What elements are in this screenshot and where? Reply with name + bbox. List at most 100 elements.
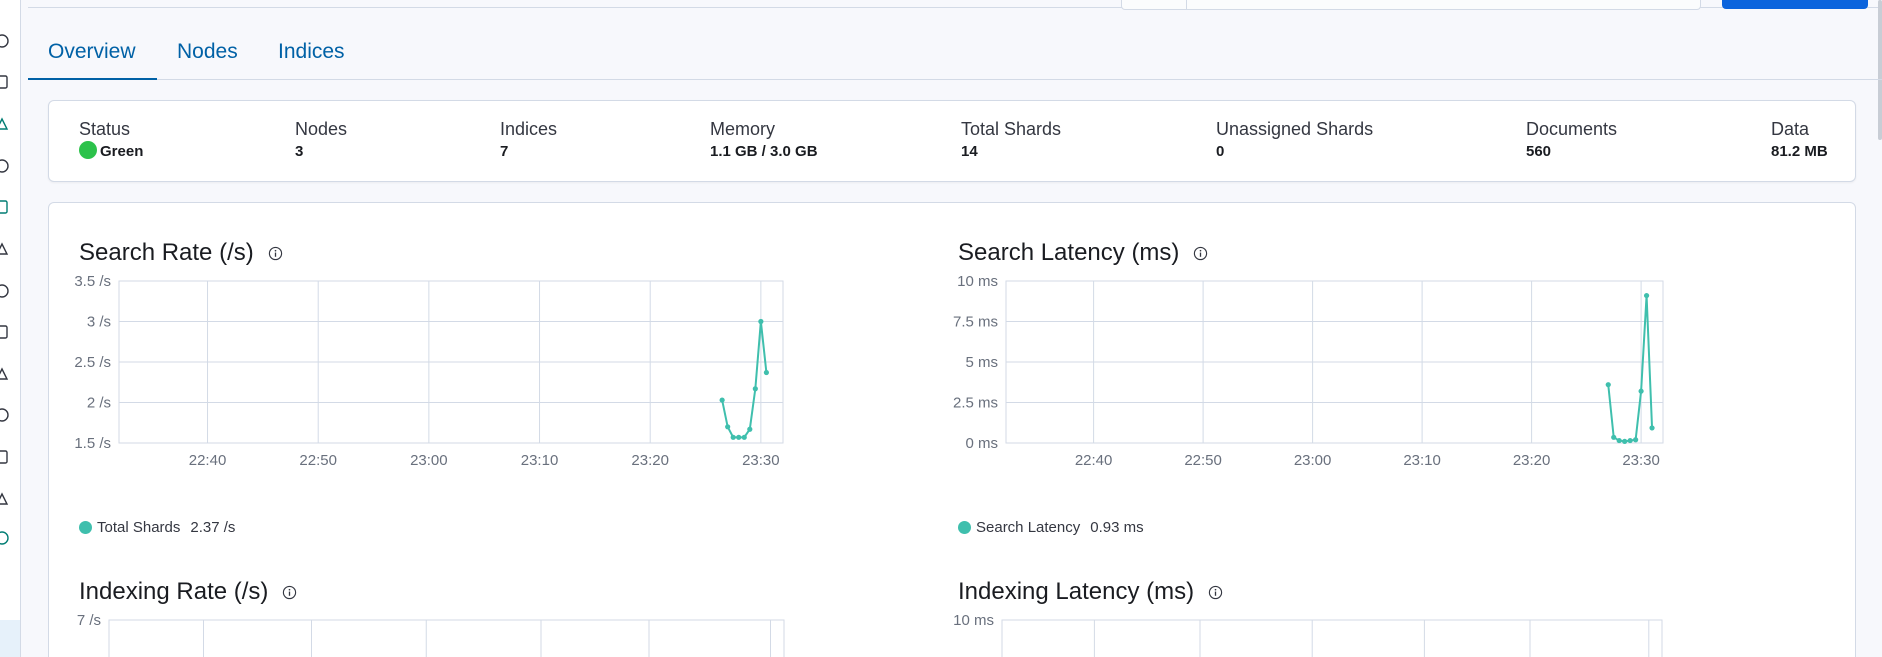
stat-value: 81.2 MB <box>1771 143 1828 160</box>
stack-monitoring-icon[interactable] <box>0 530 10 546</box>
tab-overview[interactable]: Overview <box>48 40 136 64</box>
y-tick-label: 7.5 ms <box>953 314 998 331</box>
series-line <box>721 321 768 439</box>
search-rate-chart: Search Rate (/s) Total Shards 2.37 /s 3.… <box>74 239 929 536</box>
y-tick-label: 10 ms <box>957 273 998 290</box>
discover-icon[interactable] <box>0 116 10 132</box>
nav-rail <box>0 0 21 657</box>
chart-plot: 10 ms 7.5 ms 5 ms 2.5 ms 0 ms 22:40 22:50 23:00… <box>953 273 1664 469</box>
active-tab-indicator <box>28 78 157 80</box>
stat-label: Nodes <box>295 119 348 139</box>
ml-icon[interactable] <box>0 241 10 257</box>
stat-label: Indices <box>500 119 558 139</box>
data-point <box>1611 434 1617 440</box>
data-point <box>752 386 758 392</box>
data-point <box>741 434 747 440</box>
plot-frame <box>1001 619 1663 657</box>
stat-label: Status <box>79 119 131 139</box>
nav-active-highlight <box>0 620 20 657</box>
chart-plot: 7 /s <box>77 612 785 657</box>
x-tick-label: 22:40 <box>189 452 227 469</box>
stat-memory: Memory 1.1 GB / 3.0 GB <box>710 119 818 160</box>
y-tick-label: 0 ms <box>965 435 998 452</box>
data-point <box>725 424 731 430</box>
apm-icon[interactable] <box>0 283 10 299</box>
chart-plot: 10 ms <box>953 612 1663 657</box>
dashboard-icon[interactable] <box>0 74 10 90</box>
y-tick-label: 7 /s <box>77 612 101 629</box>
data-point <box>1633 437 1639 443</box>
stat-label: Total Shards <box>961 119 1062 139</box>
info-icon[interactable] <box>268 246 283 261</box>
data-point <box>1649 425 1655 431</box>
stat-data: Data 81.2 MB <box>1771 119 1828 160</box>
stat-unassigned-shards: Unassigned Shards 0 <box>1216 119 1373 160</box>
y-tick-label: 2.5 /s <box>74 354 111 371</box>
data-point <box>1622 438 1628 444</box>
plot-frame <box>108 619 785 657</box>
legend-series-name: Search Latency <box>976 519 1081 536</box>
upgrade-icon[interactable] <box>0 407 10 423</box>
chart-legend[interactable]: Search Latency 0.93 ms <box>958 519 1144 536</box>
stat-value: Green <box>100 143 144 160</box>
dev-tools-icon[interactable] <box>0 491 10 507</box>
data-point <box>1643 292 1650 299</box>
data-point <box>1627 437 1633 444</box>
stat-value: 1.1 GB / 3.0 GB <box>710 143 818 160</box>
x-tick-label: 22:50 <box>299 452 337 469</box>
data-point <box>747 426 753 432</box>
legend-series-name: Total Shards <box>97 519 181 536</box>
clock-icon[interactable] <box>0 33 10 49</box>
data-point <box>736 434 742 440</box>
legend-swatch <box>79 521 92 534</box>
legend-swatch <box>958 521 971 534</box>
data-point <box>719 397 725 403</box>
tab-indices[interactable]: Indices <box>278 40 345 64</box>
canvas-icon[interactable] <box>0 158 10 174</box>
tab-nodes[interactable]: Nodes <box>177 40 238 64</box>
chart-title: Indexing Latency (ms) <box>958 578 1195 605</box>
x-tick-label: 23:30 <box>742 452 780 469</box>
legend-value: 0.93 ms <box>1090 519 1144 536</box>
y-tick-label: 10 ms <box>953 612 994 629</box>
info-icon[interactable] <box>1193 246 1208 261</box>
chart-title: Search Latency (ms) <box>958 239 1180 266</box>
tab-bar: Overview Nodes Indices <box>28 28 1882 80</box>
search-latency-chart: Search Latency (ms) Search Latency 0.93 … <box>953 239 1808 536</box>
time-picker[interactable] <box>1121 0 1701 10</box>
x-tick-label: 23:30 <box>1622 452 1660 469</box>
chart-legend[interactable]: Total Shards 2.37 /s <box>79 519 235 536</box>
stat-documents: Documents 560 <box>1526 119 1617 160</box>
y-tick-label: 3.5 /s <box>74 273 111 290</box>
indexing-latency-chart: Indexing Latency (ms) 10 ms <box>953 578 1808 657</box>
y-tick-label: 2.5 ms <box>953 395 998 412</box>
stat-value: 14 <box>961 143 978 160</box>
chart-title: Search Rate (/s) <box>79 239 254 266</box>
x-tick-label: 23:10 <box>521 452 559 469</box>
data-point <box>1616 437 1622 444</box>
siem-icon[interactable] <box>0 366 10 382</box>
maps-icon[interactable] <box>0 199 10 215</box>
cluster-status-panel: Status Green Nodes 3 Indices 7 Memory 1.… <box>48 100 1856 182</box>
chart-title: Indexing Rate (/s) <box>79 578 269 605</box>
stat-label: Documents <box>1526 119 1618 139</box>
info-icon[interactable] <box>282 585 297 600</box>
charts-panel: Search Rate (/s) Total Shards 2.37 /s 3.… <box>48 202 1856 657</box>
data-point <box>763 369 770 376</box>
refresh-button[interactable] <box>1722 0 1868 9</box>
chart-plot: 3.5 /s 3 /s 2.5 /s 2 /s 1.5 /s 22:40 22:50 23:0… <box>74 273 784 469</box>
x-tick-label: 23:20 <box>631 452 669 469</box>
x-tick-label: 23:20 <box>1513 452 1551 469</box>
info-icon[interactable] <box>1208 585 1223 600</box>
stat-nodes: Nodes 3 <box>295 119 347 160</box>
y-tick-label: 1.5 /s <box>74 435 111 452</box>
data-point <box>1605 382 1611 388</box>
stat-label: Data <box>1771 119 1810 139</box>
indexing-rate-chart: Indexing Rate (/s) 7 /s <box>77 578 929 657</box>
x-tick-label: 23:00 <box>410 452 448 469</box>
stat-indices: Indices 7 <box>500 119 557 160</box>
lock-icon[interactable] <box>0 449 10 465</box>
stat-total-shards: Total Shards 14 <box>961 119 1061 160</box>
uptime-icon[interactable] <box>0 324 10 340</box>
data-point <box>758 318 764 325</box>
